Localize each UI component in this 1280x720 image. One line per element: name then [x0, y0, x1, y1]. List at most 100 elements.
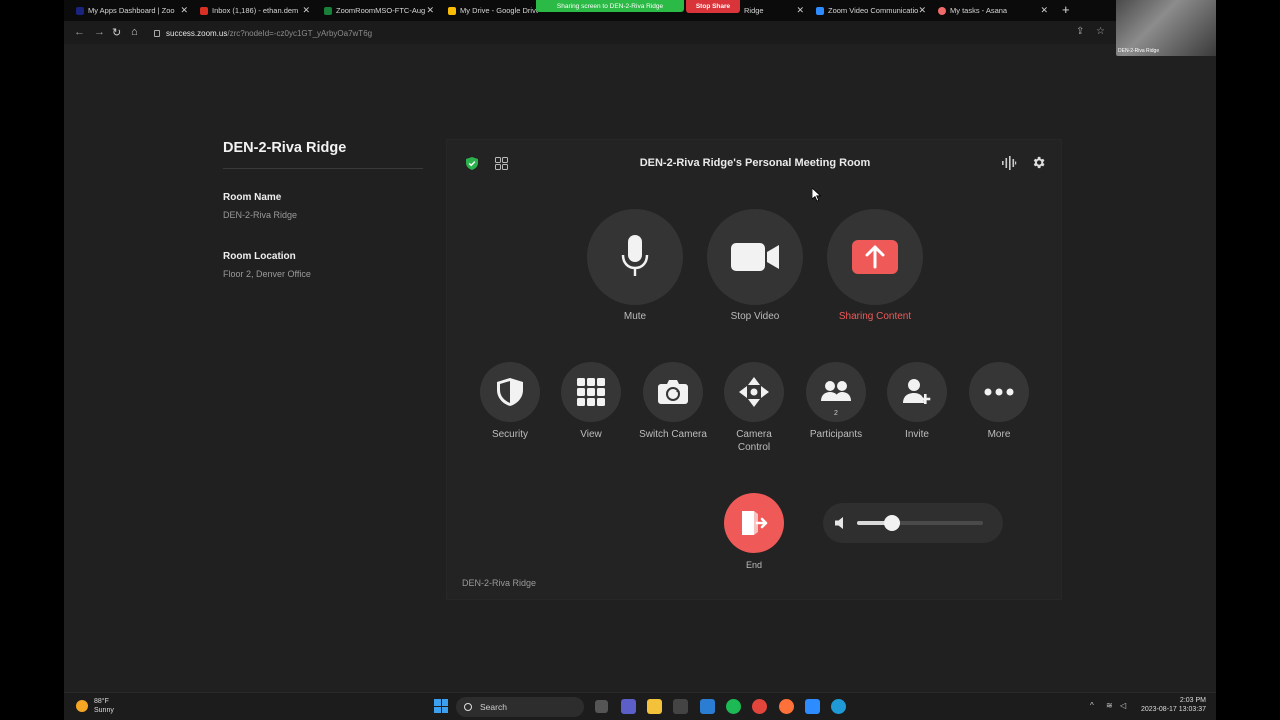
switch-camera-button[interactable] — [643, 362, 703, 422]
task-view-icon[interactable] — [595, 700, 608, 713]
end-label: End — [745, 560, 762, 570]
microphone-icon — [621, 235, 649, 276]
camera-control-label: Camera Control — [736, 429, 772, 453]
camera-self-preview: DEN-2-Riva Ridge — [1116, 0, 1216, 56]
zoom-app-icon[interactable] — [805, 699, 820, 714]
browser-toolbar: ← → ↻ ⌂ success.zoom.us /zrc?nodeId=-cz0… — [64, 21, 1216, 44]
browser-tab[interactable]: Zoom Video Communicatio ✕ — [816, 2, 926, 19]
teams-icon[interactable] — [621, 699, 636, 714]
close-tab-icon[interactable]: ✕ — [1040, 5, 1048, 16]
more-dots-icon — [984, 388, 1014, 396]
zoom-room-controller: DEN-2-Riva Ridge's Personal Meeting Room… — [446, 139, 1062, 600]
volume-muted-icon[interactable]: ◁ — [1120, 701, 1126, 710]
address-bar[interactable]: success.zoom.us /zrc?nodeId=-cz0yc1GT_yA… — [154, 26, 1114, 40]
leave-door-icon — [742, 511, 768, 535]
windows-taskbar: 88°F Sunny Search ^ ≋ ◁ 2:03 PM 2023-08-… — [64, 692, 1216, 720]
more-button[interactable] — [969, 362, 1029, 422]
tab-favicon-icon — [76, 6, 84, 15]
sun-icon — [76, 700, 88, 712]
wifi-icon[interactable]: ≋ — [1106, 701, 1113, 710]
tray-chevron-icon[interactable]: ^ — [1090, 701, 1094, 710]
security-shield-icon — [497, 378, 523, 406]
switch-camera-label: Switch Camera — [639, 429, 707, 440]
volume-slider[interactable] — [857, 515, 983, 531]
camera-control-button[interactable] — [724, 362, 784, 422]
end-meeting-button[interactable] — [724, 493, 784, 553]
invite-label: Invite — [905, 429, 929, 440]
zoom-icon — [816, 6, 824, 15]
forward-icon[interactable]: → — [94, 26, 105, 38]
browser-tab[interactable]: My Apps Dashboard | Zoo ✕ — [76, 2, 188, 19]
gmail-icon — [200, 6, 208, 15]
invite-button[interactable] — [887, 362, 947, 422]
browser-tab[interactable]: ZoomRoomMSO-FTC-Aug ✕ — [324, 2, 434, 19]
browser-tab[interactable]: My tasks - Asana ✕ — [938, 2, 1048, 19]
mail-icon[interactable] — [700, 699, 715, 714]
room-name-value: DEN-2-Riva Ridge — [223, 210, 298, 220]
lock-icon — [154, 29, 160, 37]
file-explorer-icon[interactable] — [647, 699, 662, 714]
spotify-icon[interactable] — [726, 699, 741, 714]
firefox-icon[interactable] — [779, 699, 794, 714]
participants-label: Participants — [809, 429, 863, 440]
windows-start-icon[interactable] — [434, 699, 448, 713]
room-footer-label: DEN-2-Riva Ridge — [462, 578, 537, 588]
sheets-icon — [324, 6, 332, 15]
chrome-icon[interactable] — [752, 699, 767, 714]
room-location-label: Room Location — [223, 251, 296, 262]
speaker-icon[interactable] — [835, 516, 849, 530]
participants-count: 2 — [834, 410, 838, 417]
close-tab-icon[interactable]: ✕ — [180, 5, 188, 16]
store-icon[interactable] — [673, 699, 688, 714]
participants-icon — [821, 381, 851, 401]
asana-icon — [938, 6, 946, 15]
stop-video-label: Stop Video — [730, 311, 780, 322]
home-icon[interactable]: ⌂ — [131, 26, 138, 38]
settings-gear-icon[interactable] — [1031, 155, 1046, 170]
security-label: Security — [491, 429, 529, 440]
taskbar-search[interactable]: Search — [456, 697, 584, 717]
grid-view-icon — [577, 378, 605, 406]
weather-widget[interactable]: 88°F Sunny — [76, 697, 114, 715]
audio-level-icon[interactable] — [1001, 156, 1017, 170]
volume-slider-handle[interactable] — [884, 515, 901, 531]
back-icon[interactable]: ← — [74, 26, 85, 38]
room-name-label: Room Name — [223, 192, 282, 203]
close-tab-icon[interactable]: ✕ — [796, 5, 804, 16]
drive-icon — [448, 6, 456, 15]
mute-label: Mute — [623, 311, 647, 322]
security-button[interactable] — [480, 362, 540, 422]
view-button[interactable] — [561, 362, 621, 422]
share-page-icon[interactable]: ⇪ — [1076, 26, 1084, 37]
meeting-title: DEN-2-Riva Ridge's Personal Meeting Room — [639, 157, 871, 169]
camera-control-arrows-icon — [739, 377, 769, 407]
edge-icon[interactable] — [831, 699, 846, 714]
close-tab-icon[interactable]: ✕ — [302, 5, 310, 16]
browser-tab[interactable]: Inbox (1,186) - ethan.dem ✕ — [200, 2, 310, 19]
browser-tab-strip: My Apps Dashboard | Zoo ✕ Inbox (1,186) … — [64, 0, 1216, 21]
browser-tab[interactable]: My Drive - Google Drive — [448, 2, 538, 19]
stop-share-button[interactable]: Stop Share — [686, 0, 740, 13]
sharing-banner: Sharing screen to DEN-2-Riva Ridge — [536, 0, 684, 12]
clock[interactable]: 2:03 PM 2023-08-17 13:03:37 — [1136, 696, 1206, 714]
mute-button[interactable] — [587, 209, 683, 305]
sharing-content-label: Sharing Content — [838, 311, 912, 322]
switch-camera-icon — [658, 380, 688, 404]
reload-icon[interactable]: ↻ — [112, 26, 121, 39]
new-tab-button[interactable]: + — [1062, 2, 1070, 17]
browser-tab-active[interactable]: Ridge ✕ — [744, 2, 804, 19]
share-screen-icon — [852, 240, 898, 274]
share-content-button[interactable] — [827, 209, 923, 305]
mouse-cursor-icon — [812, 188, 821, 202]
room-location-value: Floor 2, Denver Office — [223, 269, 311, 279]
search-icon — [464, 703, 472, 711]
volume-control — [823, 503, 1003, 543]
video-camera-icon — [731, 243, 779, 271]
divider — [223, 168, 423, 169]
stop-video-button[interactable] — [707, 209, 803, 305]
add-person-icon — [903, 379, 931, 404]
close-tab-icon[interactable]: ✕ — [426, 5, 434, 16]
bookmark-star-icon[interactable]: ☆ — [1096, 26, 1105, 37]
close-tab-icon[interactable]: ✕ — [918, 5, 926, 16]
view-label: View — [580, 429, 602, 440]
